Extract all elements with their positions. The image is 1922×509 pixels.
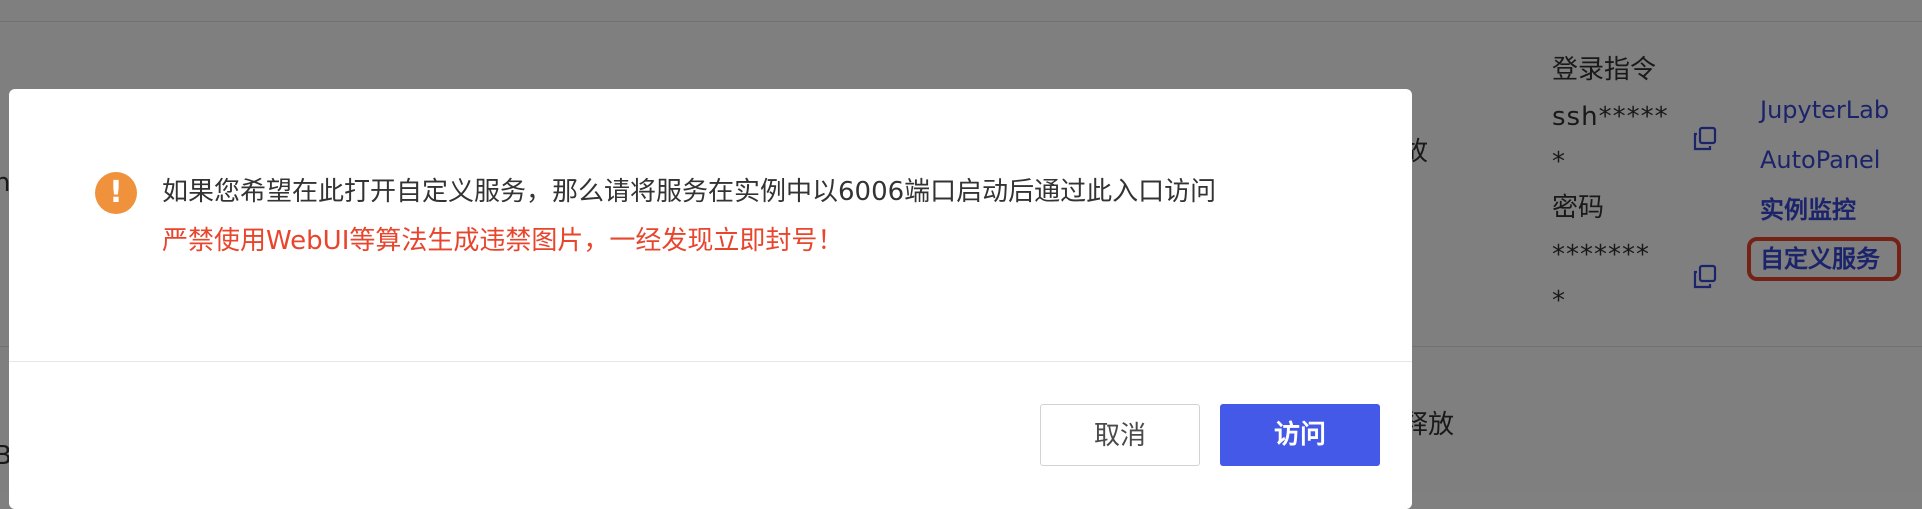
dialog-warning: 严禁使用WebUI等算法生成违禁图片，一经发现立即封号！ (162, 226, 844, 256)
cancel-button[interactable]: 取消 (1040, 404, 1200, 466)
exclamation-icon: ! (95, 172, 137, 214)
dialog-divider (9, 361, 1412, 362)
custom-service-dialog: ! 如果您希望在此打开自定义服务，那么请将服务在实例中以6006端口启动后通过此… (9, 89, 1412, 509)
dialog-message: 如果您希望在此打开自定义服务，那么请将服务在实例中以6006端口启动后通过此入口… (162, 177, 1217, 207)
visit-button[interactable]: 访问 (1220, 404, 1380, 466)
